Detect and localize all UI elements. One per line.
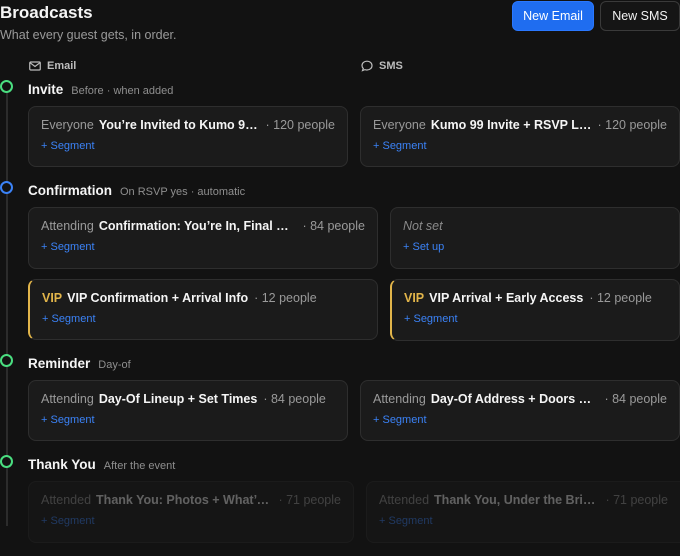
email-column-label: Email <box>47 60 77 72</box>
not-set-label: Not set <box>403 219 443 233</box>
audience-count: · 84 people <box>604 392 667 406</box>
page-subtitle: What every guest gets, in order. <box>0 28 177 42</box>
stage-title: Confirmation <box>28 183 112 198</box>
audience-count: · 120 people <box>265 118 335 132</box>
audience-count: · 12 people <box>254 291 317 305</box>
stage-title: Invite <box>28 82 64 97</box>
broadcast-card-confirmation-email[interactable]: Attending Confirmation: You’re In, Final… <box>28 207 378 269</box>
broadcast-name: Thank You: Photos + What’s Next <box>96 493 272 507</box>
audience-label: Everyone <box>373 118 426 132</box>
stage-subtitle: After the event <box>103 460 176 472</box>
add-segment-link[interactable]: + Segment <box>404 313 458 325</box>
broadcast-card-thankyou-email[interactable]: Attended Thank You: Photos + What’s Next… <box>28 481 354 543</box>
audience-label: Everyone <box>41 118 94 132</box>
audience-label: Attended <box>41 493 92 507</box>
stage-title: Reminder <box>28 356 91 371</box>
add-segment-link[interactable]: + Segment <box>41 515 95 527</box>
broadcast-name: You’re Invited to Kumo 99 — Saturday <box>98 118 260 132</box>
set-up-link[interactable]: + Set up <box>403 241 444 253</box>
add-segment-link[interactable]: + Segment <box>42 313 96 325</box>
broadcast-card-reminder-email[interactable]: Attending Day-Of Lineup + Set Times · 84… <box>28 380 348 441</box>
broadcast-name: VIP Confirmation + Arrival Info <box>67 291 249 305</box>
page-title: Broadcasts <box>0 3 93 22</box>
audience-count: · 12 people <box>589 291 652 305</box>
audience-count: · 71 people <box>605 493 668 507</box>
stage-title: Thank You <box>28 457 96 472</box>
audience-count: · 120 people <box>597 118 667 132</box>
new-email-button[interactable]: New Email <box>512 1 594 31</box>
add-segment-link[interactable]: + Segment <box>41 241 95 253</box>
audience-count: · 71 people <box>278 493 341 507</box>
stage-subtitle: Before · when added <box>71 85 174 97</box>
stage-dot-confirmation <box>0 181 13 194</box>
stage-subtitle: Day-of <box>98 359 131 371</box>
new-sms-button[interactable]: New SMS <box>600 1 680 31</box>
stage-invite: Invite Before · when added <box>28 82 173 97</box>
add-segment-link[interactable]: + Segment <box>41 414 95 426</box>
broadcast-card-thankyou-sms[interactable]: Attended Thank You, Under the Bridge bat… <box>366 481 680 543</box>
mail-icon <box>29 61 41 71</box>
sms-column-label: SMS <box>379 60 403 72</box>
add-segment-link[interactable]: + Segment <box>41 140 95 152</box>
broadcast-card-vip-sms[interactable]: VIP VIP Arrival + Early Access · 12 peop… <box>390 279 680 341</box>
broadcast-card-invite-sms[interactable]: Everyone Kumo 99 Invite + RSVP Link · 12… <box>360 106 680 167</box>
broadcast-name: Thank You, Under the Bridge bathers <box>434 493 599 507</box>
stage-thankyou: Thank You After the event <box>28 457 175 472</box>
broadcast-name: VIP Arrival + Early Access <box>429 291 584 305</box>
chat-bubble-icon <box>361 60 373 72</box>
audience-label: Attended <box>379 493 430 507</box>
broadcast-name: Confirmation: You’re In, Final Details <box>98 219 297 233</box>
email-column-header: Email <box>29 60 76 72</box>
broadcast-card-invite-email[interactable]: Everyone You’re Invited to Kumo 99 — Sat… <box>28 106 348 167</box>
add-segment-link[interactable]: + Segment <box>373 414 427 426</box>
broadcast-card-confirmation-sms-empty[interactable]: Not set + Set up <box>390 207 680 269</box>
audience-label: Attending <box>41 392 94 406</box>
broadcast-name: Day-Of Address + Doors Open <box>430 392 599 406</box>
add-segment-link[interactable]: + Segment <box>379 515 433 527</box>
stage-reminder: Reminder Day-of <box>28 356 131 371</box>
broadcast-card-reminder-sms[interactable]: Attending Day-Of Address + Doors Open · … <box>360 380 680 441</box>
audience-label: Attending <box>41 219 94 233</box>
sms-column-header: SMS <box>361 60 403 72</box>
stage-dot-reminder <box>0 354 13 367</box>
broadcast-card-vip-email[interactable]: VIP VIP Confirmation + Arrival Info · 12… <box>28 279 378 340</box>
add-segment-link[interactable]: + Segment <box>373 140 427 152</box>
broadcast-name: Kumo 99 Invite + RSVP Link <box>430 118 592 132</box>
audience-label-vip: VIP <box>42 291 63 305</box>
audience-label-vip: VIP <box>404 291 425 305</box>
stage-confirmation: Confirmation On RSVP yes · automatic <box>28 183 245 198</box>
audience-label: Attending <box>373 392 426 406</box>
audience-count: · 84 people <box>263 392 326 406</box>
stage-subtitle: On RSVP yes · automatic <box>120 186 246 198</box>
stage-dot-invite <box>0 80 13 93</box>
stage-dot-thankyou <box>0 455 13 468</box>
broadcast-name: Day-Of Lineup + Set Times <box>98 392 258 406</box>
audience-count: · 84 people <box>302 219 365 233</box>
